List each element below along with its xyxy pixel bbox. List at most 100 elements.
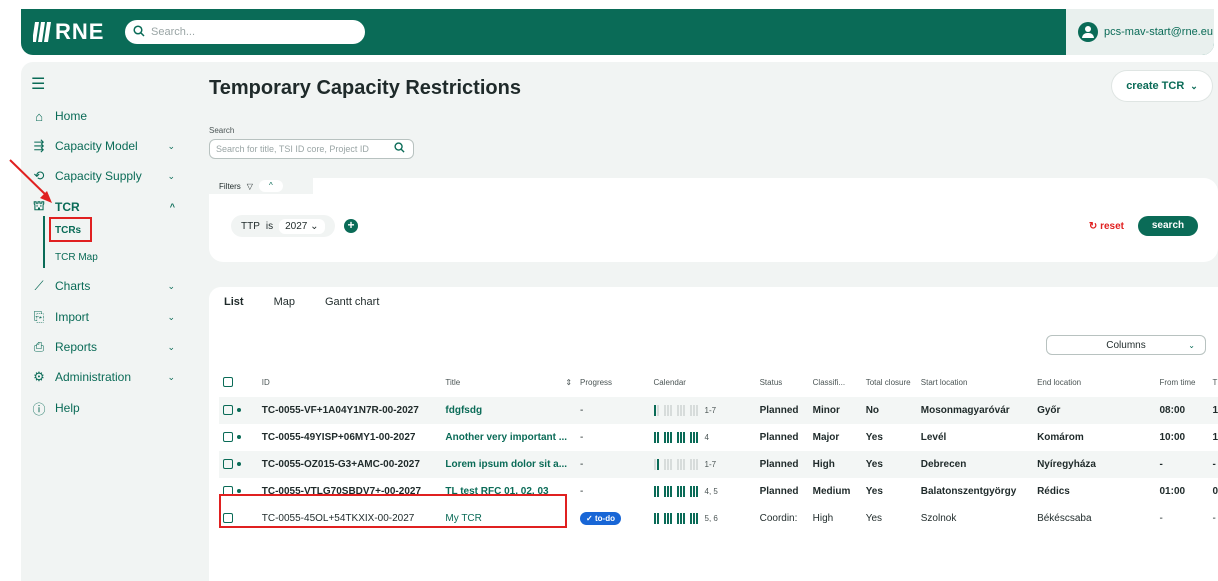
chevron-down-icon: ⌄	[167, 341, 175, 352]
sidebar-item-label: Help	[55, 401, 80, 415]
sidebar-item-home[interactable]: ⌂ Home	[31, 106, 181, 126]
sidebar-item-capacity-model[interactable]: ⇶ Capacity Model ⌄	[31, 136, 181, 156]
sidebar-item-label: Home	[55, 109, 88, 123]
user-menu[interactable]: pcs-mav-start@rne.eu	[1066, 9, 1214, 55]
home-icon: ⌂	[35, 108, 43, 124]
tab-gantt-chart[interactable]: Gantt chart	[310, 287, 394, 317]
filter-value-select[interactable]: 2027 ⌄	[279, 218, 325, 234]
filters-toggle[interactable]: Filters ▽ ^	[209, 178, 313, 194]
sort-icon[interactable]: ⇕	[565, 378, 572, 387]
col-title[interactable]: Title ⇕	[441, 367, 576, 397]
chart-line-icon: ⟋	[34, 278, 44, 293]
calendar-bars-icon: 1-7	[653, 458, 716, 470]
row-classification: High	[812, 513, 834, 524]
row-checkbox[interactable]	[223, 432, 233, 443]
create-tcr-button[interactable]: create TCR ⌄	[1112, 71, 1212, 101]
progress-badge-label: to-do	[594, 514, 615, 523]
menu-toggle-icon[interactable]: ☰	[31, 74, 45, 94]
rne-logo[interactable]: RNE	[32, 19, 104, 45]
row-checkbox[interactable]	[223, 405, 233, 416]
sidebar-item-import[interactable]: ⎘ Import ⌄	[31, 307, 181, 327]
chevron-down-icon: ⌄	[167, 170, 175, 181]
col-end-location[interactable]: End location	[1033, 367, 1155, 397]
row-title-link[interactable]: fdgfsdg	[441, 397, 577, 424]
search-placeholder: Search for title, TSI ID core, Project I…	[216, 144, 369, 154]
filters-label: Filters	[219, 181, 241, 191]
row-status: Coordin:	[759, 513, 798, 524]
reset-label: reset	[1100, 221, 1124, 232]
col-id[interactable]: ID	[258, 367, 442, 397]
row-end-location: Békéscsaba	[1037, 513, 1092, 524]
row-classification: Minor	[808, 397, 862, 424]
filter-chip-ttp[interactable]: TTP is 2027 ⌄	[231, 215, 335, 237]
row-progress: -	[576, 397, 650, 424]
sidebar-item-label: Reports	[55, 340, 98, 354]
col-to-time[interactable]: T	[1209, 367, 1218, 397]
annotation-arrow-icon	[9, 159, 52, 203]
sidebar-item-help[interactable]: ⓘ Help	[31, 398, 181, 418]
row-end-location: Győr	[1033, 397, 1156, 424]
row-end-location: Komárom	[1037, 432, 1084, 443]
col-progress[interactable]: Progress	[576, 367, 649, 397]
row-from-time: -	[1159, 513, 1163, 524]
select-all-checkbox[interactable]	[223, 377, 233, 387]
admin-gear-icon: ⚙	[33, 369, 45, 384]
row-end-location: Rédics	[1037, 486, 1070, 497]
tcr-search-input[interactable]: Search for title, TSI ID core, Project I…	[209, 139, 414, 159]
search-icon[interactable]	[394, 142, 405, 156]
row-title-link[interactable]: Another very important ...	[441, 424, 576, 451]
sidebar-item-reports[interactable]: ⎙ Reports ⌄	[31, 337, 181, 357]
row-status: Planned	[755, 397, 809, 424]
row-total-closure: Yes	[865, 486, 883, 497]
chevron-down-icon: ⌄	[167, 140, 175, 151]
chevron-up-icon: ^	[169, 202, 175, 212]
calendar-bars-icon: 4	[653, 431, 709, 443]
calendar-days: 4, 5	[704, 486, 718, 496]
row-calendar: 1-7	[649, 397, 756, 424]
calendar-bars-icon: 5, 6	[653, 512, 718, 524]
row-calendar: 4	[650, 424, 756, 451]
chevron-down-icon: ⌄	[167, 371, 175, 382]
row-title-link[interactable]: Lorem ipsum dolor sit a...	[441, 451, 577, 478]
tab-map[interactable]: Map	[259, 287, 310, 317]
table-row[interactable]: TC-0055-VF+1A04Y1N7R-00-2027 fdgfsdg - 1…	[219, 397, 1218, 424]
col-from-time[interactable]: From time	[1155, 367, 1208, 397]
table-row[interactable]: TC-0055-49YISP+06MY1-00-2027 Another ver…	[219, 424, 1218, 451]
row-progress: ✓ to-do	[576, 505, 649, 532]
row-total-closure: Yes	[865, 432, 883, 443]
global-search-input[interactable]: Search...	[125, 20, 365, 44]
col-calendar[interactable]: Calendar	[650, 367, 756, 397]
sidebar-item-label: Capacity Model	[55, 139, 138, 153]
row-status: Planned	[759, 486, 799, 497]
col-classification[interactable]: Classifi...	[809, 367, 862, 397]
row-progress: -	[580, 486, 584, 497]
chevron-up-icon[interactable]: ^	[258, 180, 283, 192]
filter-field: TTP	[241, 220, 260, 232]
row-start-location: Mosonmagyaróvár	[916, 397, 1034, 424]
list-panel: List Map Gantt chart Columns ⌄ ID Title …	[209, 287, 1218, 581]
table-row[interactable]: TC-0055-OZ015-G3+AMC-00-2027 Lorem ipsum…	[219, 451, 1218, 478]
sidebar-item-administration[interactable]: ⚙ Administration ⌄	[31, 367, 181, 387]
row-classification: Medium	[812, 486, 851, 497]
add-filter-icon[interactable]: +	[344, 219, 358, 233]
sidebar-item-label: Administration	[55, 370, 132, 384]
tab-list[interactable]: List	[209, 287, 259, 317]
table-header-row: ID Title ⇕ Progress Calendar Status Clas…	[219, 367, 1218, 397]
col-total-closure[interactable]: Total closure	[862, 367, 917, 397]
search-button[interactable]: search	[1138, 216, 1198, 236]
sidebar-subitem-tcr-map[interactable]: TCR Map	[55, 252, 98, 263]
col-start-location[interactable]: Start location	[917, 367, 1033, 397]
rne-logo-mark-icon	[32, 22, 51, 42]
columns-label: Columns	[1106, 339, 1146, 351]
row-checkbox[interactable]	[223, 459, 233, 470]
page-title: Temporary Capacity Restrictions	[209, 77, 521, 99]
import-icon: ⎘	[33, 309, 45, 324]
col-status[interactable]: Status	[756, 367, 809, 397]
row-total-closure: Yes	[861, 451, 917, 478]
reset-button[interactable]: ↻ reset	[1089, 221, 1124, 232]
filter-panel: TTP is 2027 ⌄ + ↻ reset search	[209, 178, 1218, 262]
columns-select[interactable]: Columns ⌄	[1046, 335, 1206, 355]
chevron-down-icon: ⌄	[167, 280, 175, 291]
row-status: Planned	[759, 432, 799, 443]
sidebar-item-charts[interactable]: ⟋ Charts ⌄	[31, 276, 181, 296]
